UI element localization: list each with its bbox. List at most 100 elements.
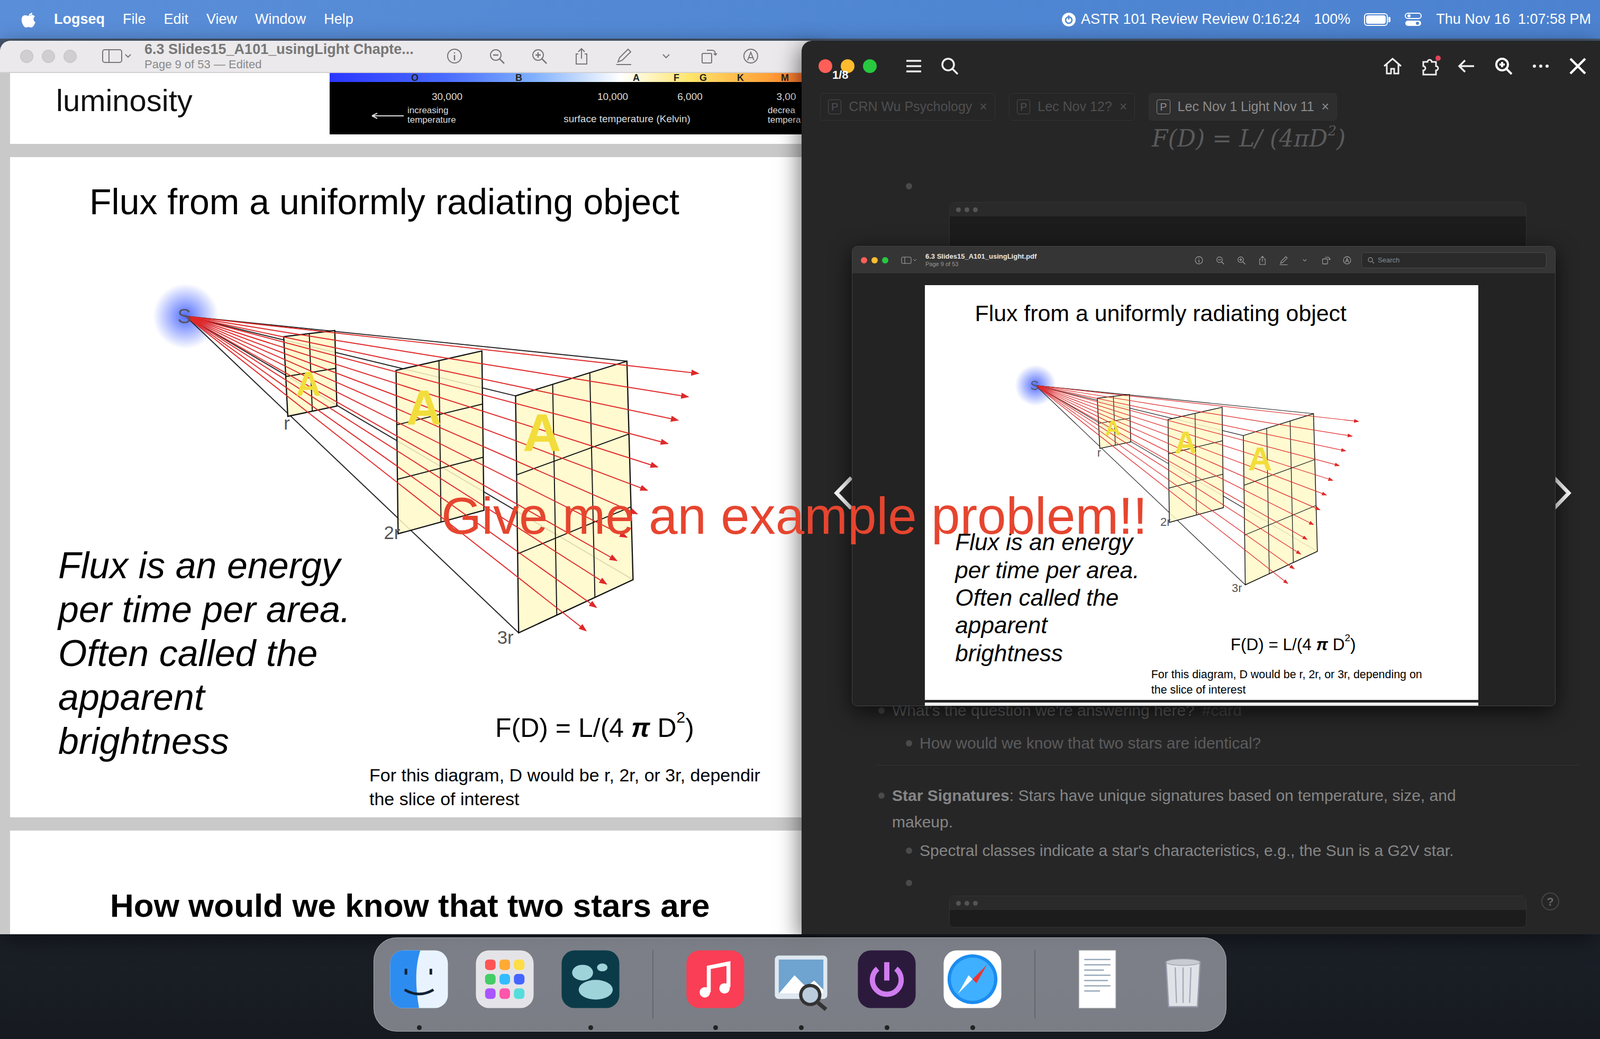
page-tab[interactable]: PLec Nov 1 Light Nov 11× bbox=[1148, 93, 1338, 121]
distance-label: r bbox=[1097, 446, 1102, 460]
distance-label: 2r bbox=[1160, 515, 1171, 529]
current-slide: Flux from a uniformly radiating object A A… bbox=[10, 157, 815, 818]
help-button[interactable]: ? bbox=[1541, 892, 1560, 911]
slide-heading: luminosity bbox=[56, 77, 193, 124]
logseq-icon bbox=[557, 946, 624, 1013]
axis-title: surface temperature (Kelvin) bbox=[563, 111, 691, 127]
more-icon[interactable] bbox=[1529, 54, 1553, 78]
clock[interactable]: Thu Nov 16 1:07:58 PM bbox=[1435, 8, 1592, 31]
home-icon[interactable] bbox=[1380, 54, 1405, 78]
markup-icon[interactable] bbox=[614, 47, 633, 66]
image-counter: 1/8 bbox=[832, 66, 849, 84]
dock-item[interactable] bbox=[557, 938, 624, 1033]
running-dot bbox=[588, 1025, 594, 1031]
preview-window[interactable]: 6.3 Slides15_A101_usingLight Chapte... P… bbox=[0, 40, 815, 935]
page-scroll[interactable]: luminosity OBAFGKM30,00010,0006,0003,00s… bbox=[0, 73, 815, 935]
chevron-icon[interactable] bbox=[1300, 255, 1310, 266]
markup-icon[interactable] bbox=[1278, 255, 1289, 266]
dock-item[interactable] bbox=[768, 938, 834, 1033]
spectrum-chart: OBAFGKM30,00010,0006,0003,00surface temp… bbox=[329, 73, 815, 135]
tab-close[interactable]: × bbox=[1321, 96, 1330, 117]
dock-item[interactable] bbox=[1064, 938, 1131, 1033]
control-center-icon[interactable] bbox=[1404, 11, 1423, 28]
slide-body: Flux is an energyper time per area.Often… bbox=[955, 529, 1140, 668]
share-icon[interactable] bbox=[1257, 255, 1268, 266]
trash-icon bbox=[1150, 946, 1216, 1013]
search-field[interactable]: Search bbox=[1361, 252, 1547, 269]
sidebar-icon[interactable] bbox=[102, 48, 132, 65]
embedded-title: 6.3 Slides15_A101_usingLight.pdf bbox=[925, 252, 1037, 261]
previous-slide: luminosity OBAFGKM30,00010,0006,0003,00s… bbox=[10, 73, 815, 144]
rotate-icon[interactable] bbox=[699, 47, 718, 66]
safari-icon bbox=[939, 946, 1006, 1013]
apple-icon[interactable] bbox=[21, 10, 36, 29]
logseq-window[interactable]: PCRN Wu Psychology× PLec Nov 12?× PLec Nov… bbox=[801, 40, 1600, 935]
tab-close[interactable]: × bbox=[979, 96, 988, 117]
block[interactable]: Spectral classes indicate a star's chara… bbox=[801, 838, 1600, 863]
zoom-out-icon[interactable] bbox=[1215, 255, 1225, 266]
bullet[interactable] bbox=[905, 183, 913, 190]
search-icon[interactable] bbox=[938, 54, 962, 78]
menu-item[interactable]: Edit bbox=[164, 8, 189, 31]
plugins-icon[interactable] bbox=[1417, 54, 1442, 78]
tab-close[interactable]: × bbox=[1119, 96, 1128, 117]
embedded-subtitle: Page 9 of 53 bbox=[925, 260, 1037, 268]
back-icon[interactable] bbox=[1455, 54, 1479, 78]
app-menu[interactable]: Logseq bbox=[53, 8, 105, 31]
block[interactable]: Star Signatures: Stars have unique signa… bbox=[801, 782, 1600, 836]
rotate-icon[interactable] bbox=[1321, 255, 1331, 266]
slide-formula: F(D) = L/(4 π D2) bbox=[495, 712, 695, 744]
menu-item[interactable]: View bbox=[206, 8, 238, 31]
area-label: A bbox=[295, 364, 321, 404]
timer-status[interactable]: ASTR 101 Review Review 0:16:24 bbox=[1060, 8, 1300, 31]
slide-heading: How would we know that two stars are bbox=[110, 880, 710, 931]
embedded-toolbar: 6.3 Slides15_A101_usingLight.pdfPage 9 o… bbox=[852, 246, 1556, 275]
page-tab[interactable]: PCRN Wu Psychology× bbox=[820, 93, 996, 121]
annotate-icon[interactable] bbox=[741, 47, 760, 66]
running-dot bbox=[713, 1025, 718, 1031]
zoom-in-icon[interactable] bbox=[1236, 255, 1247, 266]
empty-block[interactable] bbox=[801, 870, 1600, 896]
spectral-class: K bbox=[737, 70, 744, 86]
block[interactable]: How would we know that two stars are ide… bbox=[801, 731, 1600, 756]
dock-item[interactable] bbox=[939, 938, 1006, 1033]
zoom-in-icon[interactable] bbox=[1492, 54, 1516, 78]
menu-item[interactable]: Help bbox=[323, 8, 354, 31]
area-label: A bbox=[522, 402, 562, 462]
axis-tick: 30,000 bbox=[431, 89, 463, 105]
lightbox-image: 6.3 Slides15_A101_usingLight.pdfPage 9 o… bbox=[851, 246, 1556, 707]
battery-icon[interactable] bbox=[1364, 13, 1391, 26]
window-controls[interactable] bbox=[20, 49, 77, 63]
power-timer-icon bbox=[1060, 11, 1077, 28]
menu-icon[interactable] bbox=[902, 54, 926, 78]
spectral-class: O bbox=[411, 70, 419, 86]
info-icon[interactable] bbox=[1194, 255, 1204, 266]
menu-item[interactable]: File bbox=[122, 8, 147, 31]
chevron-icon[interactable] bbox=[657, 47, 676, 66]
dock bbox=[373, 937, 1227, 1032]
share-icon[interactable] bbox=[572, 47, 591, 66]
slide-title: Flux from a uniformly radiating object bbox=[89, 180, 680, 223]
zoom-out-icon[interactable] bbox=[487, 47, 506, 66]
spectral-class: B bbox=[515, 70, 523, 86]
annotate-icon[interactable] bbox=[1342, 255, 1352, 266]
finder-icon bbox=[386, 946, 452, 1013]
battery-fill bbox=[1366, 15, 1386, 24]
sidebar-icon bbox=[901, 256, 917, 265]
info-icon[interactable] bbox=[445, 47, 464, 66]
running-dot bbox=[798, 1025, 804, 1031]
dock-item[interactable] bbox=[471, 938, 538, 1033]
dock-item[interactable] bbox=[1150, 938, 1216, 1033]
dock-item[interactable] bbox=[386, 938, 452, 1033]
source-label: S bbox=[1030, 378, 1039, 393]
formula: F(D) = L/ (4πD2) bbox=[801, 122, 1600, 155]
menu-item[interactable]: Window bbox=[255, 8, 306, 31]
launchpad-icon bbox=[471, 946, 538, 1013]
zoom-in-icon[interactable] bbox=[530, 47, 549, 66]
close-icon[interactable] bbox=[1566, 54, 1590, 78]
dock-item[interactable] bbox=[682, 938, 749, 1033]
embedded-thumbnail[interactable] bbox=[949, 895, 1527, 928]
page-tab[interactable]: PLec Nov 12?× bbox=[1008, 93, 1135, 121]
axis-note: decreatempera bbox=[767, 105, 801, 125]
dock-item[interactable] bbox=[853, 938, 920, 1033]
